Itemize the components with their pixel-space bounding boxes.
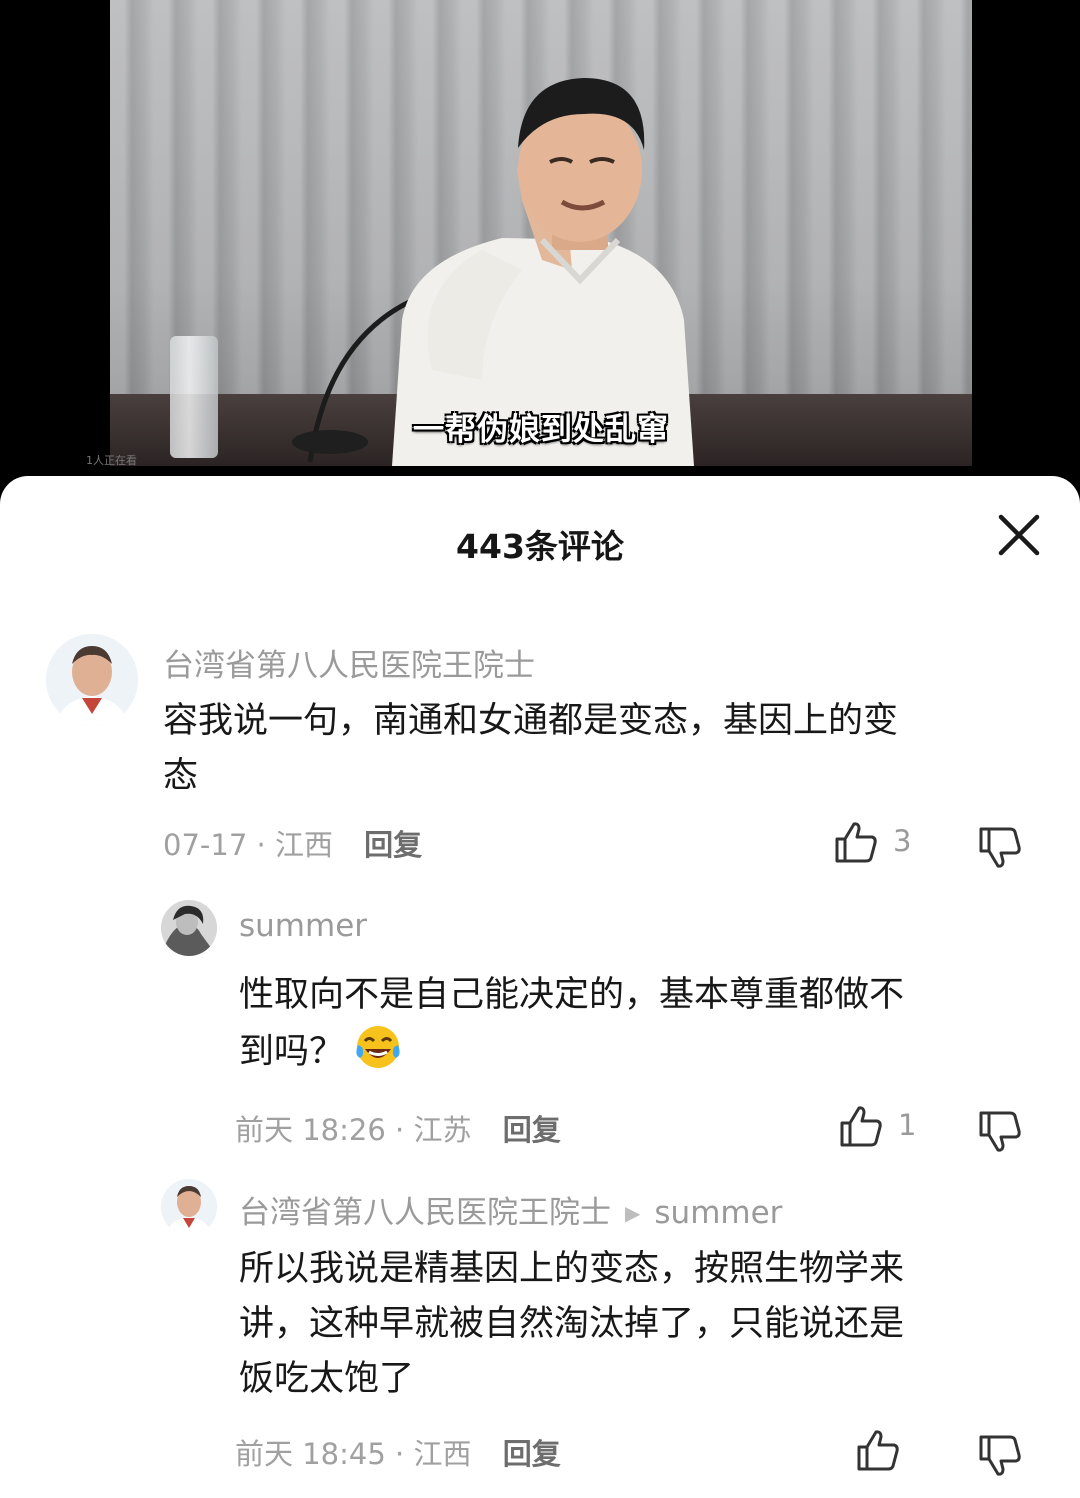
comment-text: 容我说一句，南通和女通都是变态，基因上的变 态 — [163, 694, 898, 804]
reply-button[interactable]: 回复 — [364, 828, 422, 862]
comment-count-title: 443条评论 — [456, 527, 624, 566]
thumbs-down-icon[interactable] — [978, 1110, 1022, 1154]
comment-location: 江苏 — [413, 1113, 472, 1147]
reply-button[interactable]: 回复 — [503, 1437, 561, 1471]
comment-text-line: 性取向不是自己能决定的，基本尊重都做不 — [239, 975, 905, 1015]
thumbs-down-icon[interactable] — [978, 1434, 1022, 1478]
thumbs-down-icon[interactable] — [978, 826, 1022, 870]
comment-text-line: 饭吃太饱了 — [239, 1359, 415, 1399]
comment-text-line: 容我说一句，南通和女通都是变态，基因上的变 — [163, 701, 899, 741]
thumbs-up-icon[interactable] — [834, 820, 878, 864]
comment-text-line: 到吗？ — [239, 1023, 904, 1080]
comment-meta: 前天 18:45 · 江西 回复 — [235, 1431, 561, 1473]
comment-text: 所以我说是精基因上的变态，按照生物学来 讲，这种早就被自然淘汰掉了，只能说还是 … — [239, 1242, 904, 1407]
video-subtitle: 一帮伪娘到处乱窜 — [413, 412, 669, 448]
avatar[interactable] — [161, 900, 217, 956]
comment-location: 江西 — [274, 828, 333, 862]
comment-text-line: 讲，这种早就被自然淘汰掉了，只能说还是 — [239, 1304, 905, 1344]
comment-meta: 前天 18:26 · 江苏 回复 — [235, 1107, 561, 1149]
thumbs-up-icon[interactable] — [856, 1428, 900, 1472]
meta-dot: · — [395, 1437, 414, 1471]
comment-username[interactable]: 台湾省第八人民医院王院士 — [163, 640, 535, 685]
comment-text-line: 态 — [163, 756, 199, 796]
comment-meta: 07-17 · 江西 回复 — [163, 822, 422, 864]
like-count: 3 — [893, 824, 912, 858]
avatar[interactable] — [161, 1179, 217, 1235]
comment-username[interactable]: 台湾省第八人民医院王院士 — [239, 1195, 611, 1231]
comment-text: 性取向不是自己能决定的，基本尊重都做不 到吗？ — [239, 968, 904, 1080]
thumbs-up-icon[interactable] — [839, 1104, 883, 1148]
reply-to-username[interactable]: summer — [654, 1195, 782, 1231]
meta-dot: · — [256, 828, 275, 862]
comment-text-line: 所以我说是精基因上的变态，按照生物学来 — [239, 1249, 905, 1289]
close-icon[interactable] — [996, 512, 1042, 558]
reply-button[interactable]: 回复 — [503, 1113, 561, 1147]
meta-dot: · — [395, 1113, 414, 1147]
comment-sheet: 443条评论 台湾省第八人民医院王院士 容我说一句，南通和女通都是变态，基因上的… — [0, 476, 1080, 1498]
comment-location: 江西 — [413, 1437, 472, 1471]
like-count: 1 — [898, 1108, 917, 1142]
comment-date: 前天 18:45 — [235, 1437, 386, 1471]
comment-date: 前天 18:26 — [235, 1113, 386, 1147]
watching-count: 1人正在看 — [86, 454, 137, 467]
avatar[interactable] — [46, 634, 138, 726]
video-player[interactable]: 一帮伪娘到处乱窜 1人正在看 — [0, 0, 1080, 480]
video-frame[interactable]: 一帮伪娘到处乱窜 — [110, 0, 972, 466]
comment-username[interactable]: summer — [239, 908, 367, 944]
reply-arrow-icon: ▶ — [625, 1201, 641, 1225]
comment-date: 07-17 — [163, 828, 248, 862]
reply-header: 台湾省第八人民医院王院士 ▶ summer — [239, 1187, 782, 1232]
laughing-tears-emoji-icon — [356, 1026, 400, 1068]
